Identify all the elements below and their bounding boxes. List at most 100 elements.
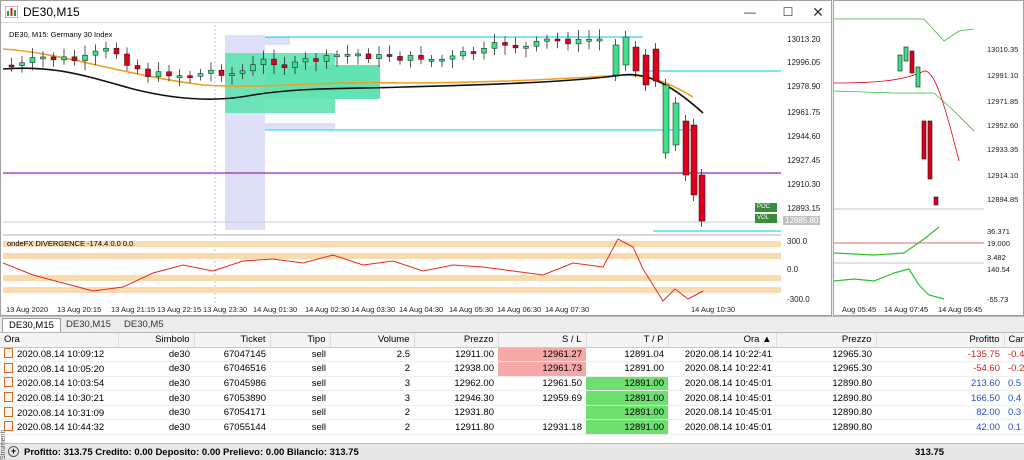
col-ticket[interactable]: Ticket	[194, 333, 271, 348]
col-volume[interactable]: Volume	[330, 333, 415, 348]
col-ora-close-label: Ora	[743, 334, 760, 346]
col-simbolo[interactable]: Simbolo	[118, 333, 195, 348]
candle	[386, 54, 393, 57]
row-sl: 12931.18	[498, 419, 586, 436]
positions-panel: Ora Simbolo Ticket Tipo Volume Prezzo S …	[0, 333, 1024, 443]
table-row[interactable]: 2020.08.14 10:44:32 de30 67055144 sell 2…	[0, 419, 1024, 436]
time-axis-label: 14 Aug 07:30	[545, 305, 590, 314]
price-chart[interactable]	[3, 25, 781, 305]
candle	[271, 58, 277, 65]
price-axis-label: 12944.60	[787, 132, 821, 141]
candle	[124, 53, 130, 66]
expand-plus-icon[interactable]: +	[8, 446, 19, 457]
table-header-row: Ora Simbolo Ticket Tipo Volume Prezzo S …	[0, 333, 1024, 348]
tab-de30-m15[interactable]: DE30,M15	[60, 318, 117, 332]
maximize-button[interactable]: ☐	[777, 4, 799, 20]
time-axis-label: 13 Aug 21:15	[111, 305, 156, 314]
row-ticket: 67054171	[194, 405, 270, 421]
indicator-label: ondeFX DIVERGENCE -174.4 0.0 0.0	[7, 239, 134, 248]
row-prezzo: 12911.80	[414, 419, 498, 436]
row-tipo: sell	[270, 390, 330, 406]
toolbox-side-tab[interactable]: Strumenti	[0, 420, 8, 460]
side-price-label: 12914.10	[987, 171, 1019, 180]
account-summary-bar: + Profitto: 313.75 Credito: 0.00 Deposit…	[0, 443, 1024, 460]
table-row[interactable]: 2020.08.14 10:03:54 de30 67045986 sell 3…	[0, 376, 1024, 392]
candle	[554, 38, 561, 42]
row-profitto: -135.75	[876, 347, 1004, 363]
candle	[229, 73, 235, 76]
time-axis-label: 14 Aug 04:30	[399, 305, 444, 314]
window-titlebar[interactable]: DE30,M15 — ☐ ✕	[1, 1, 831, 23]
candle	[155, 71, 162, 77]
row-simbolo: de30	[118, 347, 194, 363]
col-ora[interactable]: Ora	[0, 333, 119, 348]
row-cambio: 0.5	[1004, 376, 1024, 392]
deal-icon	[4, 348, 13, 359]
row-volume: 2	[330, 405, 414, 421]
row-sl	[498, 405, 586, 421]
summary-total: 313.75	[915, 447, 945, 458]
candle	[61, 56, 67, 61]
candle	[491, 42, 498, 49]
deal-icon	[4, 377, 13, 388]
tab-de30-m5[interactable]: DE30,M5	[118, 318, 170, 332]
row-prezzo-close: 12965.30	[776, 361, 876, 377]
table-row[interactable]: 2020.08.14 10:05:20 de30 67046516 sell 2…	[0, 361, 1024, 377]
time-axis-label: 13 Aug 20:15	[57, 305, 102, 314]
col-prezzo-close[interactable]: Prezzo	[776, 333, 877, 348]
table-row[interactable]: 2020.08.14 10:31:09 de30 67054171 sell 2…	[0, 405, 1024, 421]
side-time-label: 14 Aug 09:45	[938, 305, 983, 314]
table-row[interactable]: 2020.08.14 10:09:12 de30 67047145 sell 2…	[0, 347, 1024, 363]
side-chart-window[interactable]: 13010.35 12991.10 12971.85 12952.60 1293…	[833, 0, 1024, 316]
side-time-label: Aug 05:45	[842, 305, 877, 314]
positions-table: Ora Simbolo Ticket Tipo Volume Prezzo S …	[0, 333, 1024, 436]
time-axis-label: 14 Aug 06:30	[497, 305, 542, 314]
time-axis[interactable]: 13 Aug 2020 13 Aug 20:15 13 Aug 21:15 13…	[3, 304, 781, 316]
tab-de30-m15-main[interactable]: DE30,M15	[2, 318, 61, 332]
row-simbolo: de30	[118, 376, 194, 392]
col-profitto[interactable]: Profitto	[876, 333, 1005, 348]
side-indicator-label: -55.73	[987, 295, 1009, 304]
table-row[interactable]: 2020.08.14 10:30:21 de30 67053890 sell 3…	[0, 390, 1024, 406]
col-sl[interactable]: S / L	[498, 333, 587, 348]
col-prezzo[interactable]: Prezzo	[414, 333, 499, 348]
row-tp: 12891.00	[586, 361, 668, 377]
indicator-axis[interactable]: 300.0 0.0 -300.0	[781, 235, 831, 305]
row-profitto: 42.00	[876, 419, 1004, 436]
close-button[interactable]: ✕	[807, 4, 829, 20]
candle	[218, 69, 225, 76]
side-price-label: 12933.35	[987, 145, 1019, 154]
row-simbolo: de30	[118, 405, 194, 421]
candle	[19, 62, 25, 66]
price-axis[interactable]: 13013.20 12996.05 12978.90 12961.75 1294…	[781, 25, 831, 235]
col-tipo[interactable]: Tipo	[270, 333, 331, 348]
price-axis-label: 12927.45	[787, 156, 821, 165]
row-ora: 2020.08.14 10:31:09	[17, 407, 105, 419]
row-tipo: sell	[270, 361, 330, 377]
price-axis-label: 12893.15	[787, 204, 821, 213]
row-tp: 12891.04	[586, 347, 668, 363]
row-sl: 12961.50	[498, 376, 586, 392]
col-ora-close[interactable]: Ora ▲	[668, 333, 777, 348]
time-axis-label: 14 Aug 01:30	[253, 305, 298, 314]
candle	[8, 64, 15, 68]
row-prezzo: 12938.00	[414, 361, 498, 377]
candle	[292, 61, 298, 68]
candle	[376, 54, 382, 59]
minimize-button[interactable]: —	[739, 4, 761, 20]
col-cambio[interactable]: Cam	[1004, 333, 1024, 348]
row-tipo: sell	[270, 347, 330, 363]
col-tp[interactable]: T / P	[586, 333, 669, 348]
row-prezzo-close: 12890.80	[776, 390, 876, 406]
row-ticket: 67046516	[194, 361, 270, 377]
candle	[250, 64, 256, 72]
candle	[586, 39, 592, 42]
row-volume: 3	[330, 390, 414, 406]
row-profitto: 82.00	[876, 405, 1004, 421]
candlesticks	[8, 29, 706, 227]
chart-window-icon	[5, 6, 18, 18]
candle	[612, 44, 620, 76]
side-price-chart[interactable]	[834, 1, 984, 301]
summary-text: Profitto: 313.75 Credito: 0.00 Deposito:…	[24, 447, 359, 458]
chart-window[interactable]: DE30,M15 — ☐ ✕ DE30, M15: Germany 30 Ind…	[0, 0, 832, 316]
